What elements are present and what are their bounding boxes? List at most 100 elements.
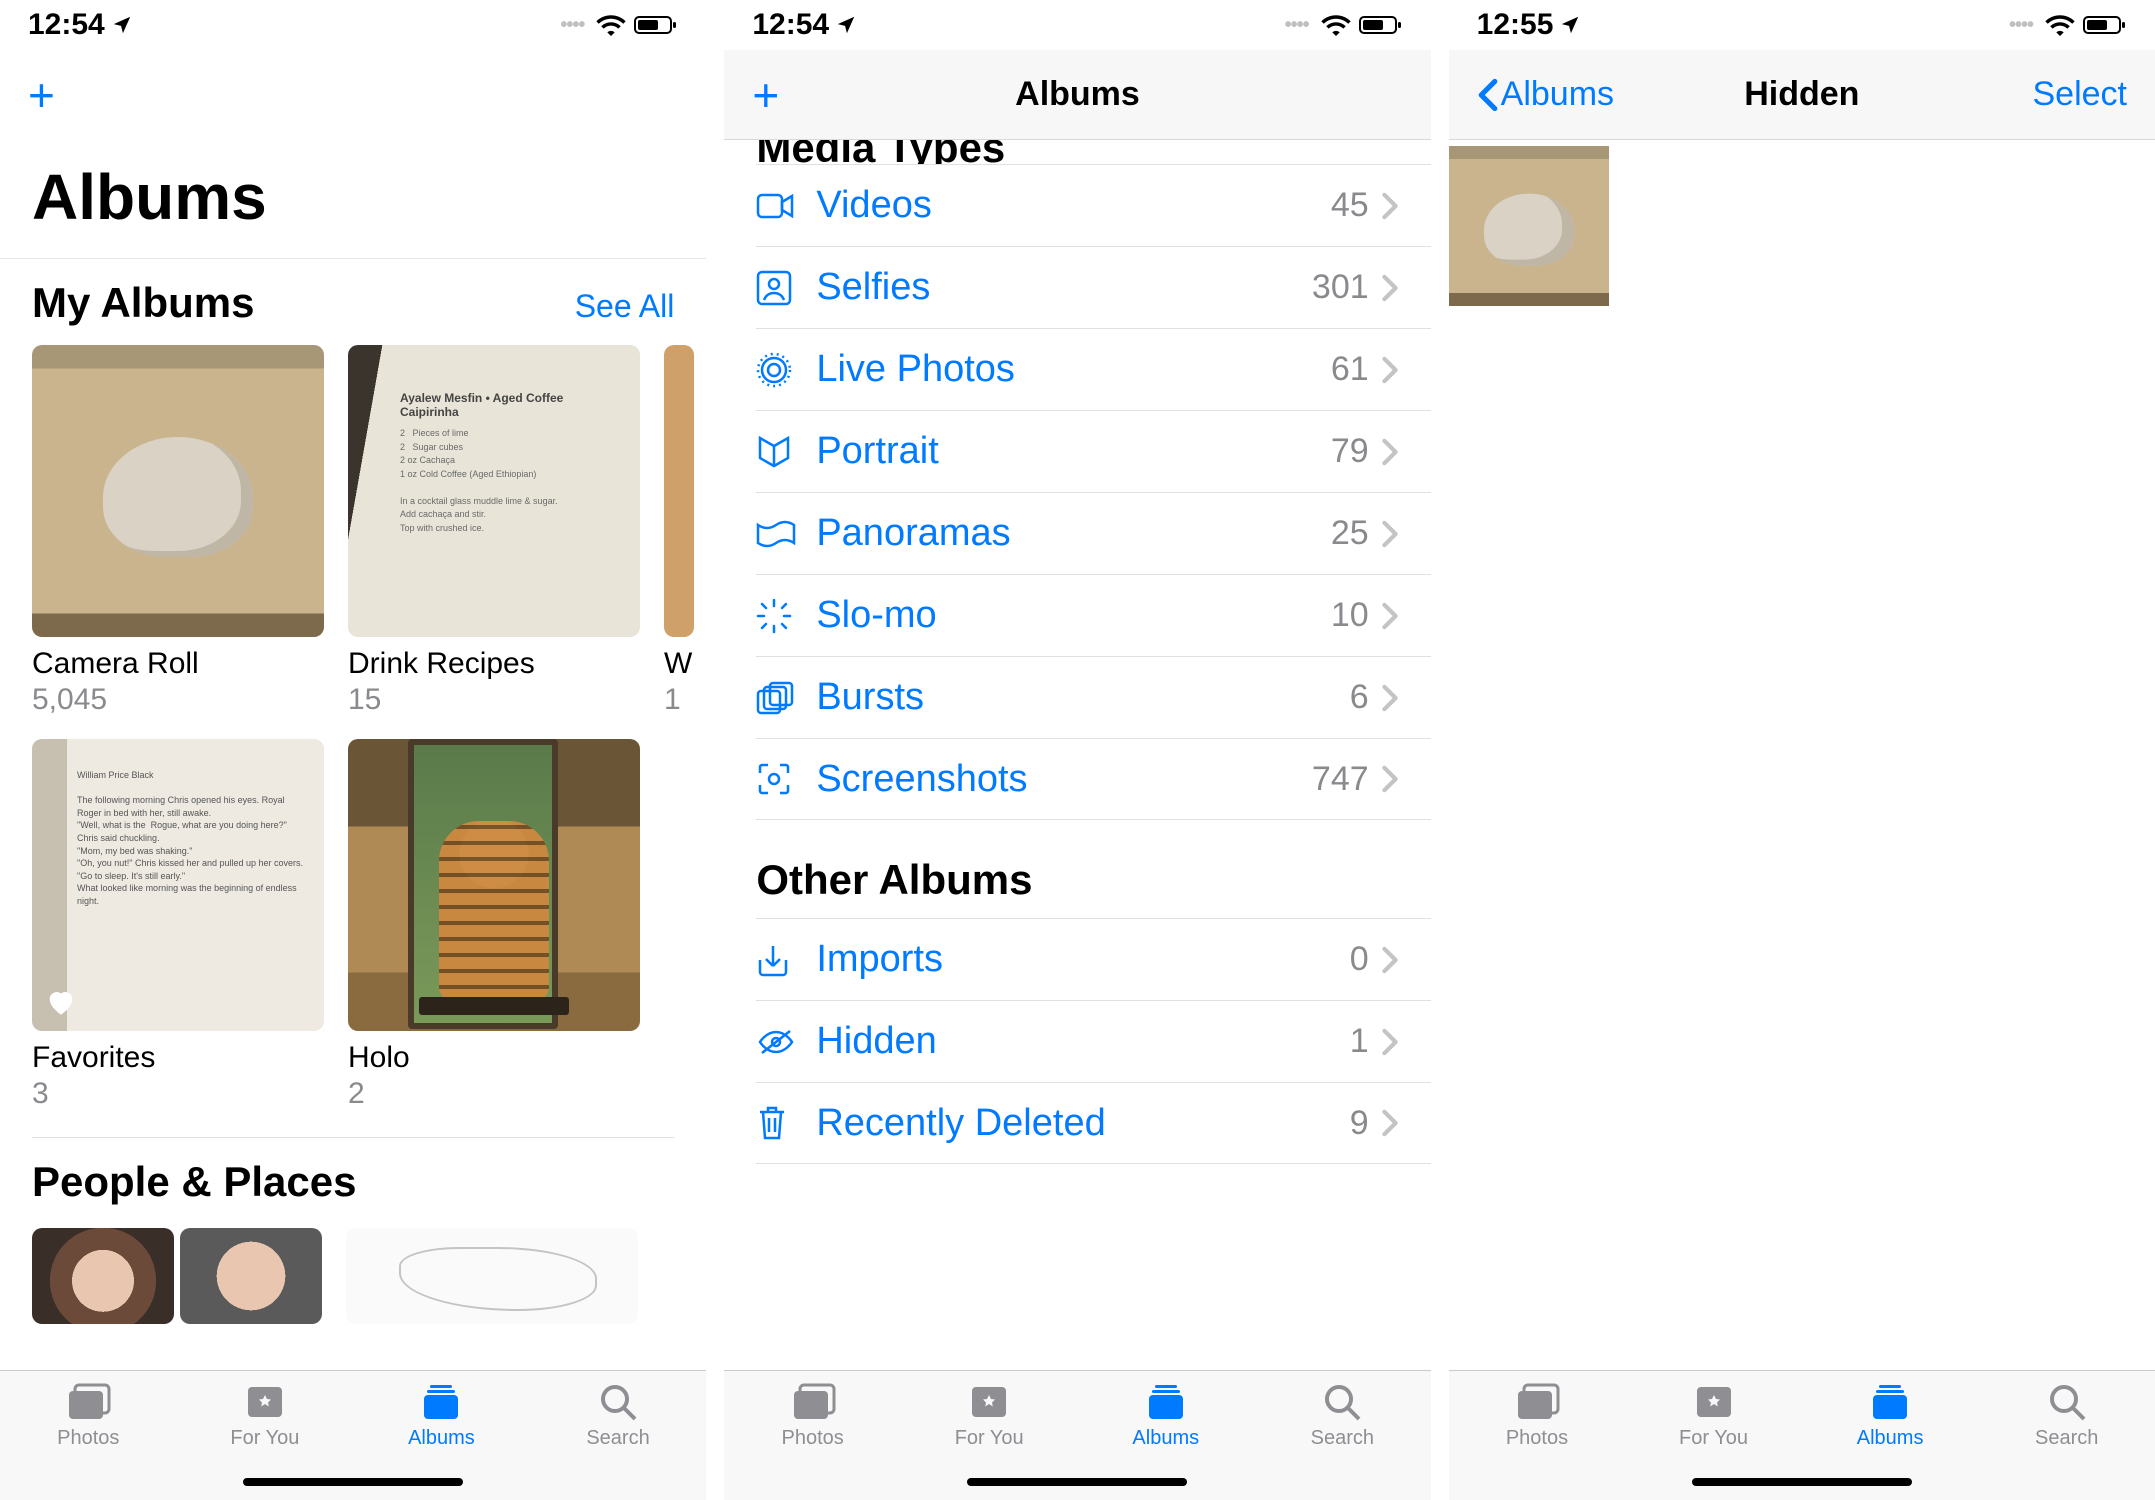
- back-label: Albums: [1501, 75, 1614, 114]
- list-row-hidden[interactable]: Hidden 1: [756, 1000, 1430, 1082]
- row-count: 301: [1312, 268, 1369, 307]
- add-button[interactable]: +: [752, 72, 779, 118]
- chevron-right-icon: [1381, 438, 1399, 466]
- selfie-icon: [756, 270, 816, 306]
- status-bar: 12:54 ••••: [0, 0, 706, 50]
- row-label: Slo-mo: [816, 594, 936, 637]
- row-count: 0: [1350, 940, 1369, 979]
- places-thumbnail[interactable]: [346, 1228, 638, 1324]
- home-indicator[interactable]: [967, 1478, 1187, 1486]
- content[interactable]: Albums My Albums See All Camera Roll 5,0…: [0, 140, 706, 1370]
- tab-label: Search: [1311, 1427, 1374, 1450]
- trash-icon: [756, 1104, 816, 1142]
- burst-icon: [756, 681, 816, 715]
- home-indicator[interactable]: [243, 1478, 463, 1486]
- section-title: People & Places: [32, 1158, 357, 1206]
- hidden-icon: [756, 1027, 816, 1057]
- see-all-link[interactable]: See All: [575, 288, 675, 325]
- row-count: 61: [1331, 350, 1369, 389]
- album-thumbnail: [32, 345, 324, 637]
- list-row-bursts[interactable]: Bursts6: [756, 656, 1430, 738]
- list-row-recently-deleted[interactable]: Recently Deleted9: [756, 1082, 1430, 1164]
- page-title: Albums: [0, 140, 706, 259]
- tab-label: Albums: [1132, 1427, 1199, 1450]
- battery-icon: [1359, 14, 1403, 36]
- status-bar: 12:55 ••••: [1449, 0, 2155, 50]
- album-holo[interactable]: Holo 2: [348, 739, 640, 1111]
- row-count: 6: [1350, 678, 1369, 717]
- status-time: 12:54: [752, 8, 829, 42]
- battery-icon: [2083, 14, 2127, 36]
- add-button[interactable]: +: [28, 72, 55, 118]
- album-drink-recipes[interactable]: Ayalew Mesfin • Aged Coffee Caipirinha 2…: [348, 345, 640, 717]
- albums-row-1[interactable]: Camera Roll 5,045 Ayalew Mesfin • Aged C…: [0, 337, 706, 725]
- chevron-right-icon: [1381, 520, 1399, 548]
- other-albums-section: Other Albums Imports0 Hidden 1 Recently Del…: [724, 820, 1430, 1164]
- row-count: 1: [1350, 1022, 1369, 1061]
- my-albums-header: My Albums See All: [0, 259, 706, 337]
- status-bar: 12:54 ••••: [724, 0, 1430, 50]
- row-label: Screenshots: [816, 758, 1027, 801]
- tab-photos[interactable]: Photos: [724, 1381, 901, 1500]
- back-button[interactable]: Albums: [1477, 75, 1614, 114]
- tab-photos[interactable]: Photos: [1449, 1381, 1626, 1500]
- album-count: 1: [664, 683, 694, 717]
- tab-label: For You: [955, 1427, 1024, 1450]
- tab-search[interactable]: Search: [530, 1381, 707, 1500]
- person-thumbnail[interactable]: [32, 1228, 174, 1324]
- chevron-right-icon: [1381, 1028, 1399, 1056]
- list-row-videos[interactable]: Videos45: [756, 164, 1430, 246]
- other-albums-header: Other Albums: [756, 820, 1430, 918]
- album-camera-roll[interactable]: Camera Roll 5,045: [32, 345, 324, 717]
- people-places-row[interactable]: [0, 1216, 706, 1324]
- photo-thumbnail[interactable]: [1449, 146, 1609, 306]
- select-button[interactable]: Select: [2032, 75, 2127, 114]
- list-row-portrait[interactable]: Portrait 79: [756, 410, 1430, 492]
- tab-photos[interactable]: Photos: [0, 1381, 177, 1500]
- list-row-selfies[interactable]: Selfies301: [756, 246, 1430, 328]
- row-count: 79: [1331, 432, 1369, 471]
- row-label: Hidden: [816, 1020, 936, 1063]
- wifi-icon: [596, 14, 626, 36]
- video-icon: [756, 191, 816, 221]
- album-thumbnail: [348, 739, 640, 1031]
- albums-row-2[interactable]: William Price BlackThe following morning…: [0, 731, 706, 1119]
- screen-hidden-album: 12:55 •••• Albums Hidden Select Photos F…: [1449, 0, 2155, 1500]
- portrait-icon: [756, 434, 816, 470]
- tab-bar: Photos For You Albums Search: [1449, 1370, 2155, 1500]
- content[interactable]: [1449, 140, 2155, 1370]
- tab-label: Photos: [781, 1427, 843, 1450]
- tab-search[interactable]: Search: [1978, 1381, 2155, 1500]
- screen-albums-root: 12:54 •••• + Albums My Albums See All: [0, 0, 706, 1500]
- location-icon: [111, 14, 133, 36]
- list-row-live-photos[interactable]: Live Photos61: [756, 328, 1430, 410]
- screenshot-icon: [756, 761, 816, 797]
- row-label: Videos: [816, 184, 932, 227]
- content[interactable]: Media Types Videos45Selfies301Live Photo…: [724, 140, 1430, 1370]
- album-count: 2: [348, 1077, 640, 1111]
- cell-dots-icon: ••••: [560, 14, 584, 37]
- list-row-slo-mo[interactable]: Slo-mo10: [756, 574, 1430, 656]
- tab-label: For You: [230, 1427, 299, 1450]
- list-row-imports[interactable]: Imports0: [756, 918, 1430, 1000]
- slomo-icon: [756, 598, 816, 634]
- album-count: 15: [348, 683, 640, 717]
- person-thumbnail[interactable]: [180, 1228, 322, 1324]
- home-indicator[interactable]: [1692, 1478, 1912, 1486]
- people-places-header: People & Places: [0, 1138, 706, 1216]
- album-partial[interactable]: W 1: [664, 345, 694, 717]
- nav-bar: Albums Hidden Select: [1449, 50, 2155, 140]
- album-title: Holo: [348, 1041, 640, 1075]
- row-count: 9: [1350, 1104, 1369, 1143]
- list-row-panoramas[interactable]: Panoramas25: [756, 492, 1430, 574]
- panorama-icon: [756, 519, 816, 549]
- chevron-right-icon: [1381, 356, 1399, 384]
- album-favorites[interactable]: William Price BlackThe following morning…: [32, 739, 324, 1111]
- tab-search[interactable]: Search: [1254, 1381, 1431, 1500]
- album-count: 5,045: [32, 683, 324, 717]
- cell-dots-icon: ••••: [1285, 14, 1309, 37]
- wifi-icon: [2045, 14, 2075, 36]
- chevron-right-icon: [1381, 602, 1399, 630]
- list-row-screenshots[interactable]: Screenshots747: [756, 738, 1430, 820]
- row-label: Portrait: [816, 430, 938, 473]
